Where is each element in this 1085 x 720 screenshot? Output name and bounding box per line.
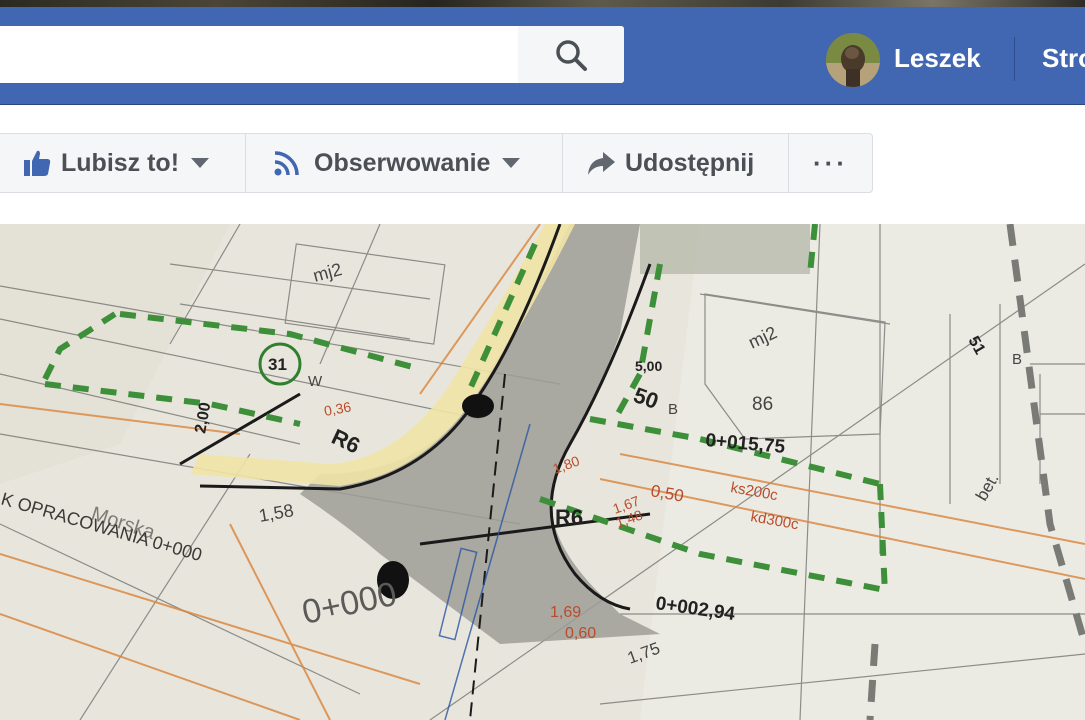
drawing-label: 5,00 xyxy=(635,358,662,374)
engineering-drawing-image: 31 50 R6 R6 0+015,75 0+002,94 2,00 5,00 … xyxy=(0,224,1085,720)
drawing-label: R6 xyxy=(555,505,583,530)
drawing-label: W xyxy=(308,373,323,390)
drawing-label: 0,60 xyxy=(565,625,596,642)
drawing-label: B xyxy=(1012,351,1022,368)
page-action-bar: Lubisz to! Obserwowanie Udostępnij ··· xyxy=(0,133,873,193)
search-button[interactable] xyxy=(518,26,624,83)
user-profile-link[interactable]: Leszek xyxy=(894,43,981,74)
follow-button-label: Obserwowanie xyxy=(314,148,491,177)
cover-photo-top-strip xyxy=(0,0,1085,7)
drawing-label: 86 xyxy=(752,394,773,415)
like-button[interactable]: Lubisz to! xyxy=(0,133,246,193)
more-options-label: ··· xyxy=(813,147,848,178)
share-arrow-icon xyxy=(588,152,615,175)
drawing-label: 31 xyxy=(268,355,287,374)
chevron-down-icon xyxy=(502,158,521,168)
more-options-button[interactable]: ··· xyxy=(789,133,873,193)
like-button-label: Lubisz to! xyxy=(61,148,180,177)
rss-icon xyxy=(274,151,299,176)
thumbs-up-icon xyxy=(24,150,51,176)
share-button[interactable]: Udostępnij xyxy=(563,133,789,193)
user-avatar[interactable] xyxy=(826,33,880,87)
top-navigation-bar: Leszek Stro xyxy=(0,7,1085,105)
search-box xyxy=(0,26,624,83)
drawing-label: B xyxy=(668,401,678,418)
drawing-label: 1,69 xyxy=(550,604,581,621)
follow-button[interactable]: Obserwowanie xyxy=(246,133,563,193)
avatar-photo xyxy=(826,33,880,87)
search-icon xyxy=(556,39,587,71)
nav-divider xyxy=(1014,37,1015,81)
search-input[interactable] xyxy=(0,26,518,83)
chevron-down-icon xyxy=(191,158,210,168)
share-button-label: Udostępnij xyxy=(625,148,755,177)
cover-photo[interactable]: 31 50 R6 R6 0+015,75 0+002,94 2,00 5,00 … xyxy=(0,224,1085,720)
nav-home-link[interactable]: Stro xyxy=(1042,43,1085,74)
